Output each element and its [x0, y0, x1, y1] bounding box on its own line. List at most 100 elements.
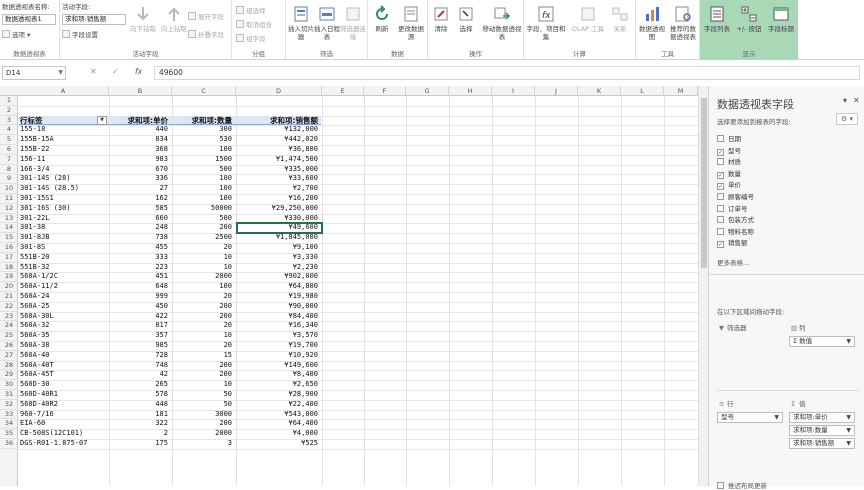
value-cell[interactable]: 50: [174, 390, 234, 400]
row-header[interactable]: 11: [0, 194, 18, 204]
value-cell[interactable]: 100: [174, 184, 234, 194]
row-label-cell[interactable]: 560A-40T: [20, 361, 107, 371]
row-label-cell[interactable]: 301-8JB: [20, 233, 107, 243]
row-label-cell[interactable]: 551B-32: [20, 263, 107, 273]
row-label-cell[interactable]: 301-8S: [20, 243, 107, 253]
row-label-cell[interactable]: 560D-30: [20, 380, 107, 390]
checkbox[interactable]: ✓: [717, 148, 724, 156]
row-label-cell[interactable]: 166-3/4: [20, 165, 107, 175]
row-label-cell[interactable]: 560A-24: [20, 292, 107, 302]
olap-tools-button[interactable]: OLAP 工具: [570, 5, 606, 33]
filters-area[interactable]: ▼ 筛选器: [717, 322, 787, 382]
formula-input[interactable]: 49600: [154, 66, 860, 80]
row-header[interactable]: 5: [0, 135, 18, 145]
value-cell[interactable]: 223: [111, 263, 170, 273]
value-cell[interactable]: ¥10,920: [238, 351, 320, 361]
row-label-cell[interactable]: 301-22L: [20, 214, 107, 224]
column-header[interactable]: K: [578, 86, 621, 96]
row-header[interactable]: 23: [0, 312, 18, 322]
insert-function-icon[interactable]: fx: [135, 67, 142, 76]
value-cell[interactable]: ¥1,474,500: [238, 155, 320, 165]
value-cell[interactable]: ¥2,700: [238, 184, 320, 194]
row-label-cell[interactable]: 156-11: [20, 155, 107, 165]
field-item[interactable]: 顾客编号: [717, 192, 754, 203]
value-cell[interactable]: 322: [111, 419, 170, 429]
row-label-cell[interactable]: 551B-20: [20, 253, 107, 263]
checkbox[interactable]: ✓: [717, 183, 724, 191]
chevron-down-icon[interactable]: ▾: [843, 96, 847, 105]
row-header[interactable]: 6: [0, 145, 18, 155]
field-item[interactable]: 材质: [717, 157, 741, 168]
value-cell[interactable]: 450: [111, 302, 170, 312]
row-label-filter-button[interactable]: ▼: [97, 116, 107, 126]
value-cell[interactable]: 20: [174, 292, 234, 302]
value-cell[interactable]: 357: [111, 331, 170, 341]
chevron-down-icon[interactable]: ▼: [846, 413, 851, 422]
value-cell[interactable]: 10: [174, 331, 234, 341]
value-cell[interactable]: 50000: [174, 204, 234, 214]
row-header[interactable]: 18: [0, 263, 18, 273]
row-header[interactable]: 12: [0, 204, 18, 214]
plus-minus-toggle[interactable]: +/- 按钮: [734, 5, 764, 33]
value-cell[interactable]: 578: [111, 390, 170, 400]
row-header[interactable]: 1: [0, 96, 18, 106]
value-cell[interactable]: 660: [111, 214, 170, 224]
value-cell[interactable]: 20: [174, 341, 234, 351]
row-label-cell[interactable]: 155B-15A: [20, 135, 107, 145]
value-cell[interactable]: 200: [174, 223, 234, 233]
value-cell[interactable]: 500: [174, 165, 234, 175]
row-header[interactable]: 19: [0, 272, 18, 283]
row-header[interactable]: 22: [0, 302, 18, 312]
defer-update-checkbox[interactable]: 推迟布局更新: [717, 480, 767, 490]
field-item[interactable]: 订单号: [717, 204, 748, 215]
row-label-cell[interactable]: 560A-32: [20, 321, 107, 331]
value-cell[interactable]: 100: [174, 194, 234, 204]
value-cell[interactable]: 200: [174, 302, 234, 312]
move-pivot-button[interactable]: 移动数据透视表: [482, 5, 522, 41]
row-label-cell[interactable]: 301-38: [20, 223, 107, 233]
chevron-down-icon[interactable]: ▼: [774, 413, 779, 422]
column-header[interactable]: B: [109, 86, 172, 96]
value-cell[interactable]: ¥16,200: [238, 194, 320, 204]
fields-items-sets-button[interactable]: fx 字段、项目和集: [526, 5, 566, 41]
row-header[interactable]: 25: [0, 331, 18, 341]
value-cell[interactable]: 440: [111, 125, 170, 135]
pivot-header-cell[interactable]: 求和项:数量: [174, 116, 234, 126]
column-header[interactable]: F: [364, 86, 406, 96]
collapse-field-button[interactable]: 折叠字段: [188, 30, 224, 40]
pivot-header-cell[interactable]: 求和项:销售额: [238, 116, 320, 126]
column-header[interactable]: H: [449, 86, 492, 96]
value-cell[interactable]: 200: [174, 361, 234, 371]
pivot-header-cell[interactable]: 求和项:单价: [111, 116, 170, 126]
value-cell[interactable]: ¥36,800: [238, 145, 320, 155]
value-cell[interactable]: 200: [174, 419, 234, 429]
value-cell[interactable]: 42: [111, 370, 170, 380]
value-cell[interactable]: ¥2,230: [238, 263, 320, 273]
insert-slicer-button[interactable]: 插入切片器: [288, 5, 314, 41]
area-field-pill[interactable]: 求和项:数量 ▼: [789, 425, 855, 436]
insert-timeline-button[interactable]: 插入日程表: [314, 5, 340, 41]
row-label-cell[interactable]: CB-508S(12C101): [20, 429, 107, 439]
pivot-header-cell[interactable]: 行标签: [20, 116, 107, 126]
value-cell[interactable]: 448: [111, 400, 170, 410]
value-cell[interactable]: 162: [111, 194, 170, 204]
value-cell[interactable]: 2: [111, 429, 170, 439]
relationships-button[interactable]: 关系: [608, 5, 632, 33]
value-cell[interactable]: 585: [111, 204, 170, 214]
row-header[interactable]: 24: [0, 321, 18, 332]
close-icon[interactable]: ✕: [853, 96, 860, 105]
row-header[interactable]: 34: [0, 419, 18, 430]
checkbox[interactable]: [717, 135, 724, 142]
field-item[interactable]: 日期: [717, 134, 741, 145]
drill-up-button[interactable]: 向上钻取: [161, 5, 187, 33]
row-label-cell[interactable]: 155-18: [20, 125, 107, 135]
cancel-icon[interactable]: ✕: [90, 67, 97, 76]
value-cell[interactable]: ¥335,000: [238, 165, 320, 175]
value-cell[interactable]: 10: [174, 380, 234, 390]
checkbox[interactable]: [717, 158, 724, 166]
field-item[interactable]: 包装方式: [717, 215, 754, 226]
row-header[interactable]: 26: [0, 341, 18, 351]
row-label-cell[interactable]: 301-14S (28.5): [20, 184, 107, 194]
value-cell[interactable]: 300: [174, 125, 234, 135]
filter-connections-button[interactable]: 筛选器连接: [340, 5, 366, 41]
